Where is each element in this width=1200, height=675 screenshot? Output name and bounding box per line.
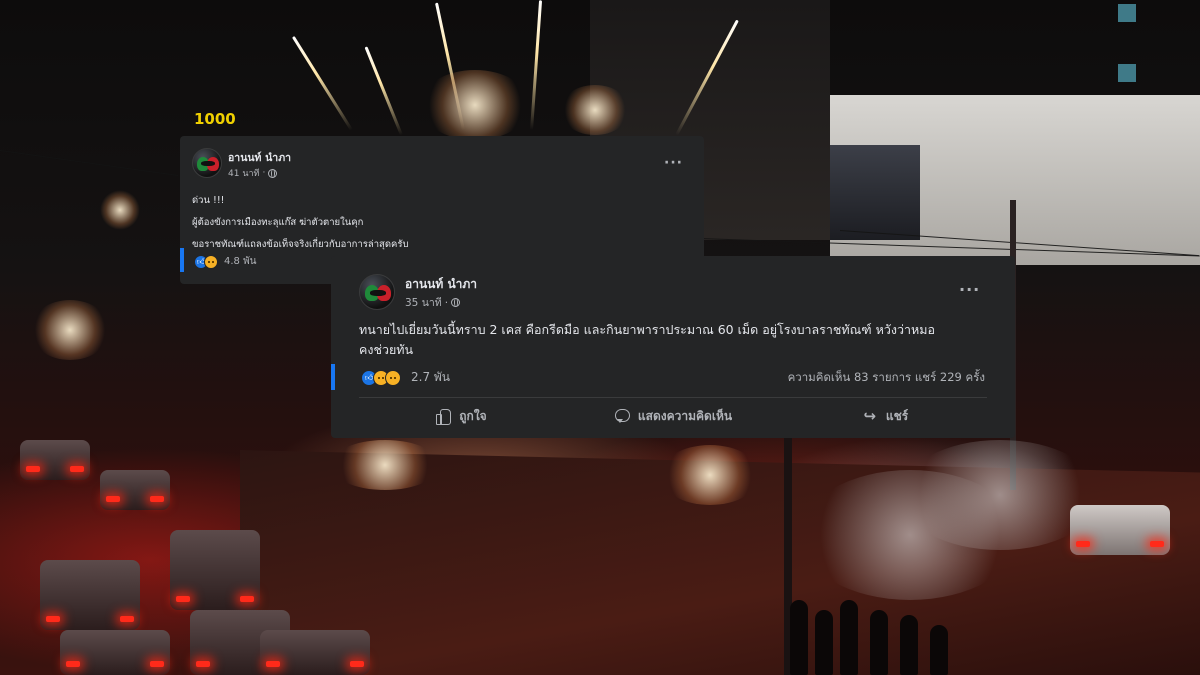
post-line: ขอราชทัณฑ์แถลงข้อเท็จจริงเกี่ยวกับอาการล… [192, 239, 409, 250]
car [170, 530, 260, 610]
time-text: 41 นาที [228, 169, 260, 179]
car [20, 440, 90, 480]
comment-bubble-icon [614, 408, 630, 424]
post-line: คงช่วยทัน [359, 342, 414, 357]
share-button[interactable]: ↪ แชร์ [783, 403, 987, 429]
car [40, 560, 140, 630]
sad-icon [385, 369, 401, 386]
facebook-post-front: อานนท์ นำภา 35 นาที · ··· ทนายไปเยี่ยมวั… [331, 256, 1015, 438]
reaction-rail [331, 364, 335, 390]
reaction-summary[interactable]: 👍︎ 4.8 พัน [194, 254, 257, 269]
bystander [840, 600, 858, 675]
author-avatar[interactable] [359, 274, 395, 310]
car-lights [660, 445, 760, 505]
post-line: ทนายไปเยี่ยมวันนี้ทราบ 2 เคส คือกรีดมือ … [359, 322, 935, 337]
car [260, 630, 370, 675]
comment-label: แสดงความคิดเห็น [637, 408, 733, 423]
car [100, 470, 170, 510]
bystander [870, 610, 888, 675]
more-options-icon[interactable]: ··· [664, 156, 683, 170]
comment-share-stats[interactable]: ความคิดเห็น 83 รายการ แชร์ 229 ครั้ง [788, 369, 985, 387]
billboard [830, 145, 920, 240]
divider [359, 397, 987, 398]
reaction-count: 2.7 พัน [411, 370, 451, 384]
reaction-rail [180, 248, 184, 272]
reaction-count: 4.8 พัน [224, 256, 257, 267]
author-avatar[interactable] [192, 148, 222, 178]
post-line: ด่วน !!! [192, 195, 225, 206]
bystander [930, 625, 948, 675]
lit-windows [1110, 0, 1170, 90]
post-time[interactable]: 41 นาที · [228, 166, 278, 180]
street-light [100, 190, 140, 230]
bystander [815, 610, 833, 675]
firework-sparks-ground [330, 440, 440, 490]
street-light [30, 300, 110, 360]
author-name[interactable]: อานนท์ นำภา [405, 275, 477, 294]
post-body: ทนายไปเยี่ยมวันนี้ทราบ 2 เคส คือกรีดมือ … [359, 320, 935, 360]
share-arrow-icon: ↪ [863, 407, 877, 425]
bystander [790, 600, 808, 675]
post-time[interactable]: 35 นาที · [405, 294, 461, 311]
bystander [900, 615, 918, 675]
power-wire [0, 150, 179, 177]
reaction-summary[interactable]: 👍︎ 2.7 พัน [361, 368, 450, 387]
like-label: ถูกใจ [459, 408, 487, 423]
firework-streak [364, 46, 403, 136]
firework-streak [291, 35, 353, 131]
firework-glow [560, 85, 630, 135]
thumbs-up-icon [435, 408, 452, 425]
globe-icon [268, 168, 278, 178]
author-name[interactable]: อานนท์ นำภา [228, 149, 291, 166]
share-label: แชร์ [885, 408, 909, 423]
white-car [1070, 505, 1170, 555]
more-options-icon[interactable]: ··· [959, 282, 980, 298]
post-body: ด่วน !!! ผู้ต้องขังการเมืองทะลุแก๊ส ฆ่าต… [192, 190, 409, 256]
car [60, 630, 170, 675]
globe-icon [451, 298, 461, 307]
sad-icon [204, 254, 218, 269]
post-line: ผู้ต้องขังการเมืองทะลุแก๊ส ฆ่าตัวตายในคุ… [192, 217, 364, 228]
like-button[interactable]: ถูกใจ [359, 403, 563, 429]
yellow-sign-text: 1000 [194, 110, 236, 128]
firework-glow [420, 70, 530, 140]
comment-button[interactable]: แสดงความคิดเห็น [571, 403, 775, 429]
time-text: 35 นาที [405, 297, 442, 309]
firework-streak [530, 0, 543, 131]
